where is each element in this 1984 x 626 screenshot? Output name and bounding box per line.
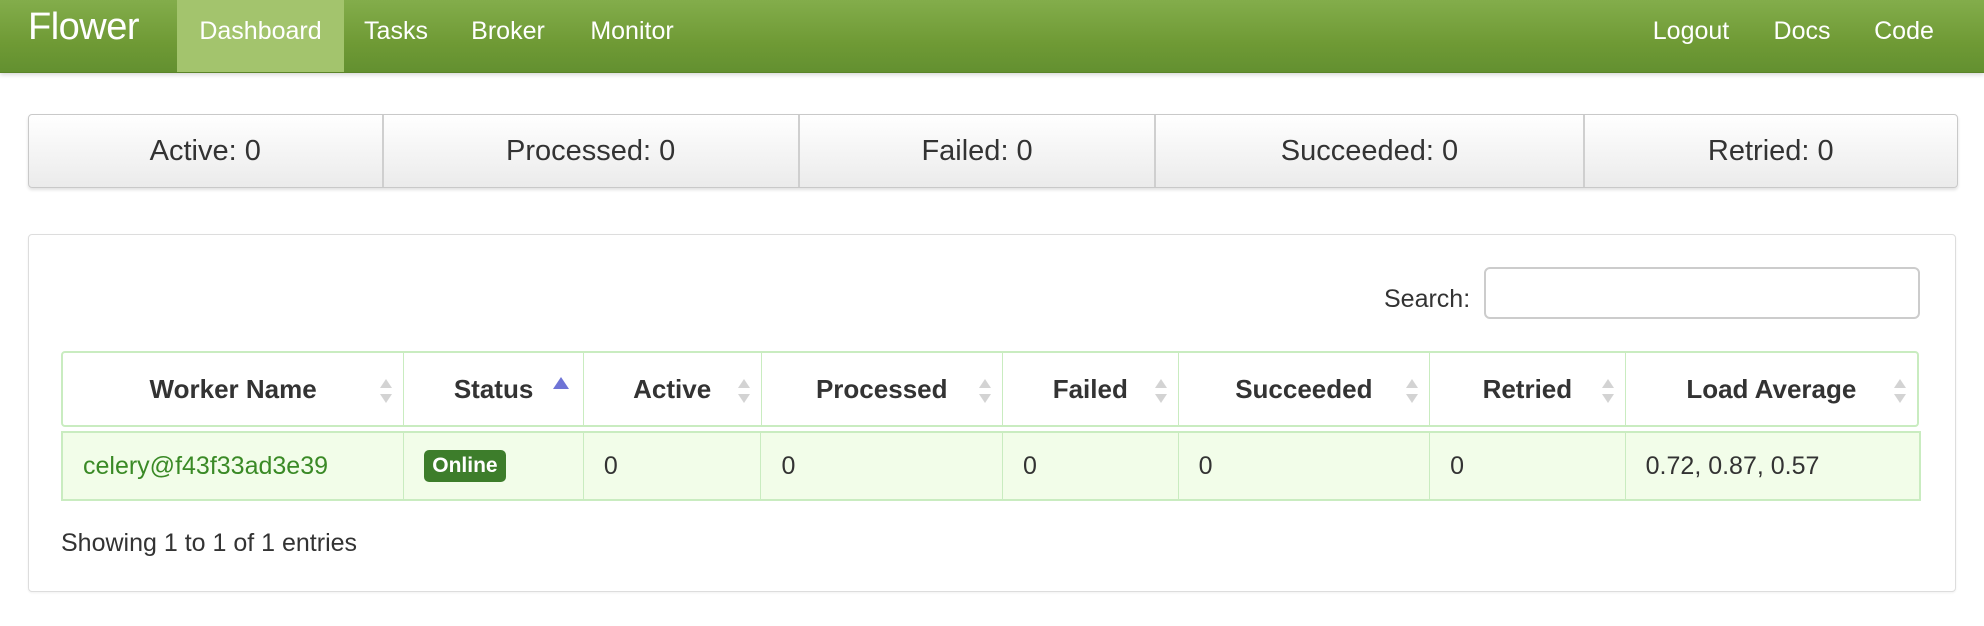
sort-ascending-icon xyxy=(552,377,569,389)
nav-code[interactable]: Code xyxy=(1862,0,1946,72)
table-header: Worker Name Status Active Processed Fail… xyxy=(61,351,1919,427)
cell-failed: 0 xyxy=(1003,433,1179,499)
stat-retried[interactable]: Retried: 0 xyxy=(1585,115,1957,187)
col-worker-name[interactable]: Worker Name xyxy=(63,353,405,425)
workers-panel: Search: Worker Name Status Active Proces… xyxy=(28,234,1956,592)
nav-broker[interactable]: Broker xyxy=(460,0,556,72)
sort-both-icon xyxy=(978,379,991,403)
col-processed[interactable]: Processed xyxy=(762,353,1003,425)
col-succeeded[interactable]: Succeeded xyxy=(1179,353,1431,425)
cell-load-average: 0.72, 0.87, 0.57 xyxy=(1645,451,1820,480)
sort-both-icon xyxy=(1406,379,1419,403)
top-navbar: Flower Dashboard Tasks Broker Monitor Lo… xyxy=(0,0,1984,73)
sort-both-icon xyxy=(1154,379,1167,403)
sort-both-icon xyxy=(1601,379,1614,403)
table-row: celery@f43f33ad3e39 Online 0 0 0 0 0 0.7… xyxy=(61,431,1921,501)
stat-processed[interactable]: Processed: 0 xyxy=(384,115,800,187)
cell-active: 0 xyxy=(584,433,762,499)
brand-logo[interactable]: Flower xyxy=(28,6,140,49)
status-badge: Online xyxy=(424,450,506,482)
nav-logout[interactable]: Logout xyxy=(1640,0,1742,72)
cell-status: Online xyxy=(404,433,584,499)
col-failed[interactable]: Failed xyxy=(1003,353,1179,425)
cell-processed: 0 xyxy=(761,433,1003,499)
nav-docs[interactable]: Docs xyxy=(1762,0,1842,72)
col-load-average[interactable]: Load Average xyxy=(1626,353,1917,425)
table-info: Showing 1 to 1 of 1 entries xyxy=(61,529,358,557)
nav-monitor[interactable]: Monitor xyxy=(576,0,688,72)
col-active[interactable]: Active xyxy=(584,353,762,425)
stat-failed[interactable]: Failed: 0 xyxy=(800,115,1157,187)
stats-bar: Active: 0 Processed: 0 Failed: 0 Succeed… xyxy=(28,114,1958,188)
col-retried[interactable]: Retried xyxy=(1430,353,1626,425)
cell-succeeded: 0 xyxy=(1179,433,1431,499)
stat-succeeded[interactable]: Succeeded: 0 xyxy=(1156,115,1585,187)
col-status[interactable]: Status xyxy=(404,353,584,425)
sort-both-icon xyxy=(1894,379,1907,403)
cell-worker-name: celery@f43f33ad3e39 xyxy=(63,433,405,499)
sort-both-icon xyxy=(737,379,750,403)
sort-both-icon xyxy=(380,379,393,403)
cell-retried: 0 xyxy=(1430,433,1626,499)
search-label: Search: xyxy=(1384,285,1471,313)
search-input[interactable] xyxy=(1484,267,1920,319)
stat-active[interactable]: Active: 0 xyxy=(29,115,384,187)
worker-link[interactable]: celery@f43f33ad3e39 xyxy=(83,452,328,481)
nav-tasks[interactable]: Tasks xyxy=(354,0,438,72)
nav-dashboard[interactable]: Dashboard xyxy=(177,0,344,72)
